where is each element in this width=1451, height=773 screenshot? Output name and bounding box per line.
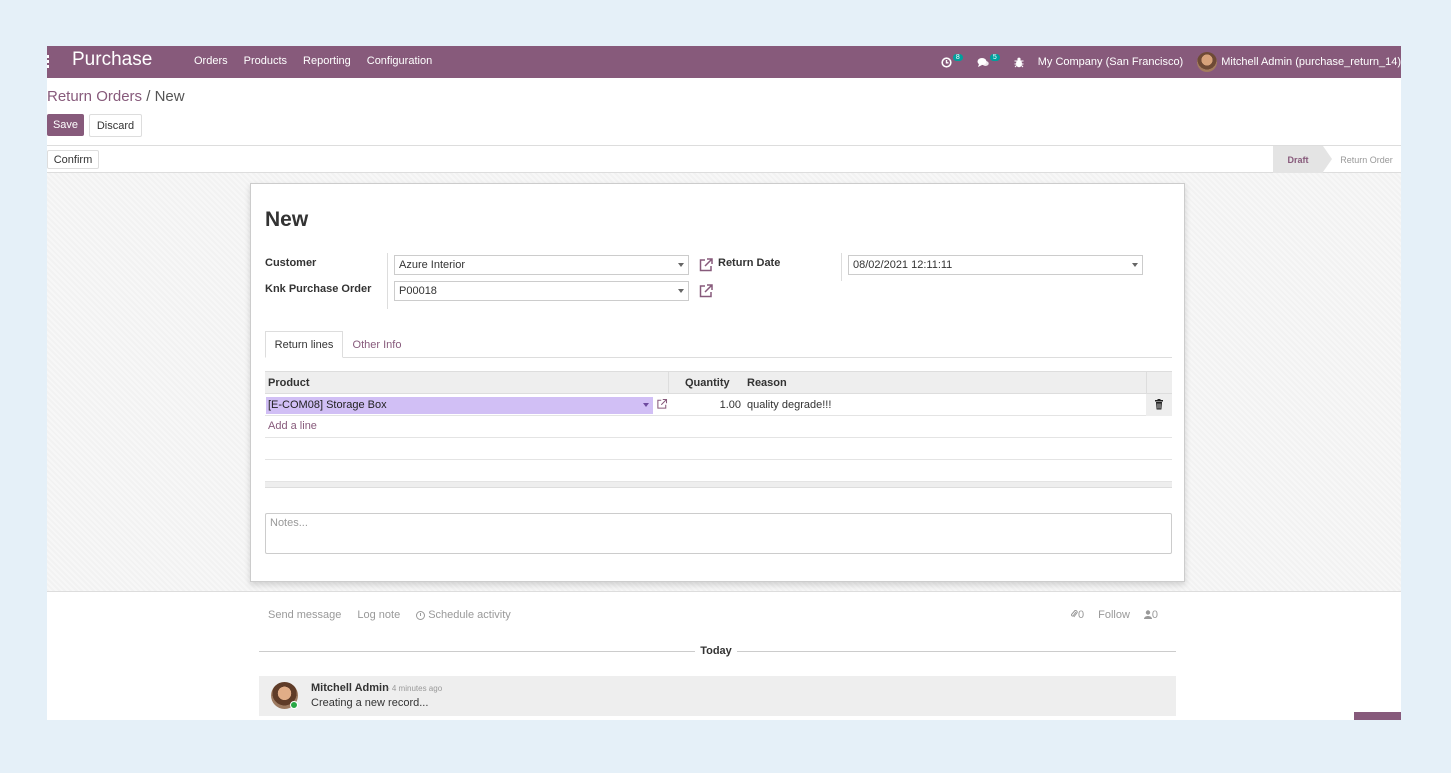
followers-count: 0: [1151, 609, 1159, 621]
attachments-count: 0: [1078, 609, 1085, 621]
menu-products[interactable]: Products: [244, 55, 287, 67]
user-name: Mitchell Admin (purchase_return_14): [1221, 56, 1401, 68]
customer-label: Customer: [265, 257, 317, 269]
schedule-activity-label: Schedule activity: [428, 609, 511, 621]
message-author[interactable]: Mitchell Admin: [311, 682, 389, 694]
breadcrumb-current: New: [154, 88, 185, 105]
breadcrumb: Return Orders / New: [47, 88, 185, 105]
comments-icon: [977, 57, 989, 67]
log-note-button[interactable]: Log note: [357, 609, 400, 621]
breadcrumb-parent[interactable]: Return Orders: [47, 88, 142, 105]
bug-icon: [1014, 57, 1024, 67]
online-status-icon: [290, 701, 298, 709]
column-reason[interactable]: Reason: [747, 377, 787, 389]
clock-icon: [416, 610, 426, 620]
table-row: [265, 438, 1172, 460]
tab-other-info[interactable]: Other Info: [349, 331, 405, 358]
notes-field[interactable]: Notes...: [265, 513, 1172, 554]
column-divider: [668, 372, 669, 393]
external-link-icon[interactable]: [698, 283, 714, 299]
floating-button[interactable]: [1354, 712, 1401, 720]
return-date-field[interactable]: 08/02/2021 12:11:11: [848, 255, 1143, 275]
chatter: Send message Log note Schedule activity …: [47, 591, 1401, 720]
quantity-cell[interactable]: 1.00: [705, 399, 741, 411]
confirm-button[interactable]: Confirm: [47, 150, 99, 169]
notebook-tabs: Return lines Other Info: [265, 331, 1172, 358]
message-time: - 4 minutes ago: [387, 684, 443, 693]
debug-menu[interactable]: [1014, 57, 1024, 68]
chevron-down-icon[interactable]: [678, 289, 684, 293]
table-header: Product Quantity Reason: [265, 371, 1172, 394]
purchase-order-value: P00018: [399, 285, 437, 297]
systray: 8 5 My Company (San Francisco) Mitchell …: [941, 46, 1401, 78]
chevron-down-icon[interactable]: [678, 263, 684, 267]
trash-icon: [1155, 399, 1163, 410]
field-separator: [841, 253, 842, 281]
return-date-label: Return Date: [718, 257, 781, 269]
activity-badge: 8: [952, 53, 963, 61]
paperclip-icon: [1070, 609, 1078, 618]
user-menu[interactable]: Mitchell Admin (purchase_return_14): [1197, 52, 1401, 72]
chevron-down-icon[interactable]: [1132, 263, 1138, 267]
external-link-icon[interactable]: [698, 257, 714, 273]
top-navbar: Purchase Orders Products Reporting Confi…: [47, 46, 1401, 78]
column-quantity[interactable]: Quantity: [685, 377, 730, 389]
field-separator: [387, 253, 388, 309]
company-switcher[interactable]: My Company (San Francisco): [1038, 56, 1184, 68]
followers-button[interactable]: 0: [1143, 609, 1159, 621]
product-value: [E-COM08] Storage Box: [268, 399, 387, 411]
app-brand[interactable]: Purchase: [72, 49, 152, 71]
table-row[interactable]: [E-COM08] Storage Box 1.00 quality degra…: [265, 394, 1172, 416]
external-link-icon[interactable]: [656, 398, 668, 410]
customer-field[interactable]: Azure Interior: [394, 255, 689, 275]
schedule-activity-button[interactable]: Schedule activity: [416, 609, 511, 621]
record-title: New: [265, 208, 309, 231]
po-label: Knk Purchase Order: [265, 283, 372, 295]
save-button[interactable]: Save: [47, 114, 84, 136]
column-product[interactable]: Product: [268, 377, 310, 389]
reason-cell[interactable]: quality degrade!!!: [747, 399, 831, 411]
message-body: Creating a new record...: [311, 697, 429, 709]
messaging-menu[interactable]: 5: [977, 53, 1000, 68]
messaging-badge: 5: [989, 53, 1000, 61]
menu-orders[interactable]: Orders: [194, 55, 228, 67]
main-menu: Orders Products Reporting Configuration: [194, 55, 448, 67]
chevron-down-icon[interactable]: [643, 403, 649, 407]
return-date-value: 08/02/2021 12:11:11: [853, 259, 953, 271]
discard-button[interactable]: Discard: [89, 114, 142, 137]
customer-value: Azure Interior: [399, 259, 466, 271]
table-row: [265, 460, 1172, 482]
purchase-order-field[interactable]: P00018: [394, 281, 689, 301]
apps-menu-icon[interactable]: [47, 55, 49, 69]
attachments-button[interactable]: 0: [1070, 609, 1084, 621]
app-frame: Purchase Orders Products Reporting Confi…: [47, 46, 1401, 720]
product-input[interactable]: [E-COM08] Storage Box: [266, 397, 653, 414]
statusbar: Confirm Draft Return Order: [47, 146, 1401, 173]
user-avatar: [1197, 52, 1218, 72]
breadcrumb-separator: /: [142, 88, 155, 105]
form-sheet: New Customer Azure Interior Knk Purchase…: [250, 183, 1185, 582]
delete-line-button[interactable]: [1146, 394, 1172, 416]
menu-reporting[interactable]: Reporting: [303, 55, 351, 67]
chatter-actions: Send message Log note Schedule activity: [268, 609, 527, 621]
add-line-link[interactable]: Add a line: [268, 420, 317, 432]
tab-return-lines[interactable]: Return lines: [265, 331, 343, 358]
clock-icon: [941, 56, 952, 68]
chatter-topbar-right: 0 Follow 0: [1070, 609, 1172, 621]
column-divider: [1146, 372, 1147, 393]
follow-button[interactable]: Follow: [1098, 609, 1130, 621]
menu-configuration[interactable]: Configuration: [367, 55, 432, 67]
user-icon: [1143, 610, 1152, 619]
activity-menu[interactable]: 8: [941, 53, 963, 68]
stage-return-order[interactable]: Return Order: [1332, 146, 1401, 173]
table-footer: [265, 482, 1172, 488]
send-message-button[interactable]: Send message: [268, 609, 341, 621]
date-separator: Today: [695, 645, 737, 657]
return-lines-table: Product Quantity Reason [E-COM08] Storag…: [265, 371, 1172, 488]
stage-draft: Draft: [1273, 146, 1332, 173]
add-line-row: Add a line: [265, 416, 1172, 438]
chatter-message: Mitchell Admin - 4 minutes ago Creating …: [259, 676, 1176, 716]
